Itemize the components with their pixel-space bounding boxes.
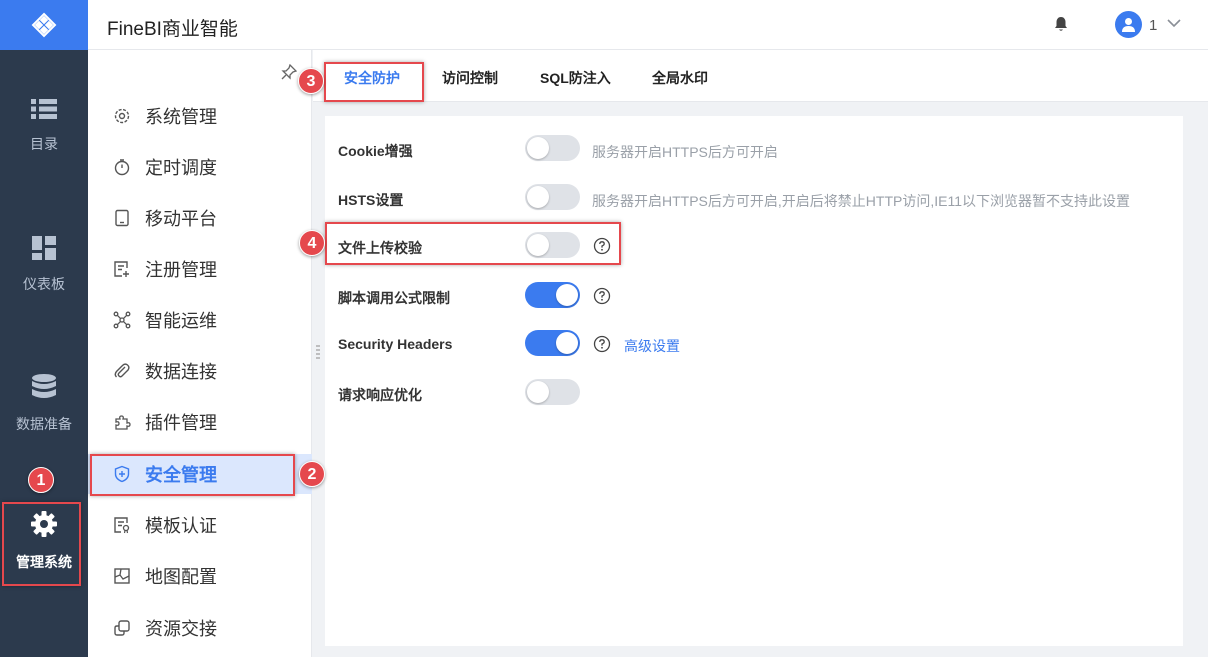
timer-icon	[114, 159, 130, 176]
menu-item-register[interactable]: 注册管理	[88, 249, 312, 289]
hsts-toggle[interactable]	[525, 184, 580, 210]
cookie-toggle[interactable]	[525, 135, 580, 161]
map-icon	[114, 568, 130, 584]
database-icon	[32, 374, 56, 398]
admin-menu: 系统管理 定时调度 移动平台 注册管理 智能运维 数据连接 插件管理 安全管理 …	[88, 50, 312, 657]
network-icon	[113, 311, 131, 329]
menu-item-label: 数据连接	[145, 362, 217, 382]
register-icon	[114, 261, 129, 277]
setting-row-security-headers: Security Headers 高级设置	[325, 329, 1183, 359]
menu-item-data-connection[interactable]: 数据连接	[88, 351, 312, 391]
security-headers-toggle[interactable]	[525, 330, 580, 356]
setting-hint: 服务器开启HTTPS后方可开启,开启后将禁止HTTP访问,IE11以下浏览器暂不…	[592, 193, 1130, 209]
resize-handle[interactable]	[316, 344, 320, 360]
avatar[interactable]	[1115, 11, 1142, 38]
help-icon[interactable]	[593, 335, 611, 353]
app-logo[interactable]	[0, 0, 88, 50]
menu-item-label: 模板认证	[145, 516, 217, 536]
app-title: FineBI商业智能	[107, 19, 238, 40]
menu-item-label: 插件管理	[145, 413, 217, 433]
menu-item-label: 资源交接	[145, 619, 217, 639]
settings-panel: Cookie增强 服务器开启HTTPS后方可开启 HSTS设置 服务器开启HTT…	[325, 116, 1183, 646]
setting-label: 请求响应优化	[338, 387, 422, 403]
dashboard-icon	[32, 236, 56, 260]
rail-item-catalog[interactable]: 目录	[0, 98, 88, 154]
setting-label: Security Headers	[338, 336, 453, 352]
step-badge-2: 2	[299, 461, 325, 487]
menu-item-label: 注册管理	[145, 260, 217, 280]
setting-label: Cookie增强	[338, 143, 413, 159]
puzzle-icon	[115, 415, 131, 430]
tab-sql-injection[interactable]: SQL防注入	[540, 68, 611, 88]
step-badge-3: 3	[298, 68, 324, 94]
setting-label: HSTS设置	[338, 192, 404, 208]
paperclip-icon	[114, 363, 130, 378]
menu-item-system[interactable]: 系统管理	[88, 96, 312, 136]
menu-item-label: 移动平台	[145, 209, 217, 229]
step-badge-1: 1	[28, 467, 54, 493]
setting-row-script-limit: 脚本调用公式限制	[325, 281, 1183, 311]
gear-outline-icon	[114, 108, 130, 124]
rail-item-label: 目录	[30, 136, 58, 152]
menu-item-plugins[interactable]: 插件管理	[88, 402, 312, 442]
menu-item-template-auth[interactable]: 模板认证	[88, 505, 312, 545]
step-badge-4: 4	[299, 230, 325, 256]
tab-access-control[interactable]: 访问控制	[442, 68, 498, 88]
menu-item-ops[interactable]: 智能运维	[88, 300, 312, 340]
pin-icon[interactable]	[281, 64, 297, 80]
menu-item-label: 定时调度	[145, 158, 217, 178]
user-icon	[1122, 18, 1135, 32]
menu-item-schedule[interactable]: 定时调度	[88, 147, 312, 187]
bell-icon[interactable]	[1054, 16, 1068, 32]
rail-item-label: 仪表板	[23, 276, 65, 292]
list-icon	[31, 99, 57, 119]
help-icon[interactable]	[593, 287, 611, 305]
advanced-settings-link[interactable]: 高级设置	[624, 336, 680, 356]
menu-item-map[interactable]: 地图配置	[88, 556, 312, 596]
security-tabs: 安全防护 访问控制 SQL防注入 全局水印	[313, 50, 1208, 102]
setting-row-cookie: Cookie增强 服务器开启HTTPS后方可开启	[325, 134, 1183, 164]
transfer-icon	[114, 620, 130, 636]
highlight-upload-check	[325, 222, 621, 265]
response-opt-toggle[interactable]	[525, 379, 580, 405]
rail-item-data-prep[interactable]: 数据准备	[0, 374, 88, 434]
logo-icon	[31, 12, 57, 38]
certificate-icon	[114, 517, 130, 534]
highlight-admin	[2, 502, 81, 586]
menu-item-label: 系统管理	[145, 107, 217, 127]
setting-hint: 服务器开启HTTPS后方可开启	[592, 144, 778, 160]
menu-item-label: 地图配置	[145, 567, 217, 587]
user-name[interactable]: 1	[1149, 17, 1157, 34]
tab-watermark[interactable]: 全局水印	[652, 68, 708, 88]
script-limit-toggle[interactable]	[525, 282, 580, 308]
setting-label: 脚本调用公式限制	[338, 290, 450, 306]
highlight-protection-tab	[324, 62, 424, 102]
top-header: FineBI商业智能 1	[88, 0, 1208, 50]
menu-item-mobile[interactable]: 移动平台	[88, 198, 312, 238]
setting-row-hsts: HSTS设置 服务器开启HTTPS后方可开启,开启后将禁止HTTP访问,IE11…	[325, 183, 1183, 213]
tablet-icon	[115, 209, 129, 227]
chevron-down-icon[interactable]	[1166, 17, 1182, 29]
menu-item-label: 智能运维	[145, 311, 217, 331]
rail-item-label: 数据准备	[16, 416, 72, 432]
menu-item-transfer[interactable]: 资源交接	[88, 608, 312, 648]
rail-item-dashboard[interactable]: 仪表板	[0, 236, 88, 294]
highlight-security	[90, 454, 295, 496]
setting-row-response-opt: 请求响应优化	[325, 378, 1183, 408]
